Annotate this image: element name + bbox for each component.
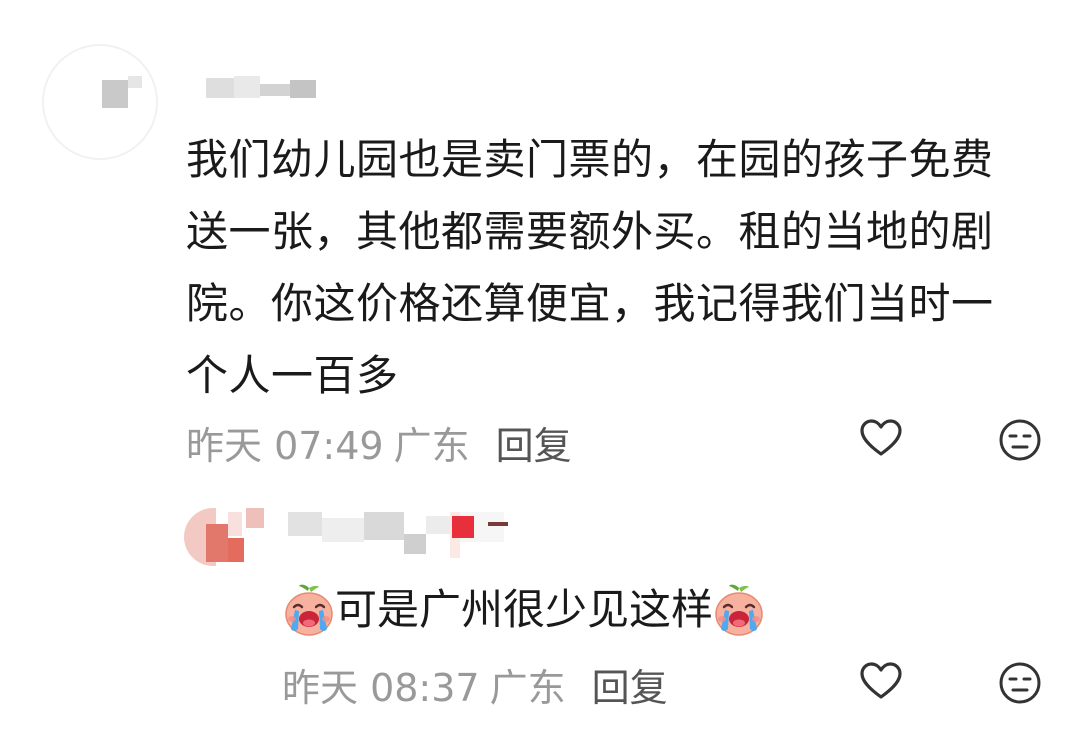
reply-button[interactable]: 回复	[496, 424, 572, 468]
reply-time: 昨天 08:37	[282, 666, 480, 710]
reply-avatar[interactable]	[184, 508, 264, 566]
comment-meta: 昨天 07:49 广东 回复	[186, 415, 572, 470]
reply-text: 可是广州很少见这样	[335, 585, 714, 634]
comment-line: 院。你这价格还算便宜，我记得我们当时一	[186, 279, 994, 328]
heart-icon[interactable]	[859, 417, 903, 461]
reply-text-line: 可是广州很少见这样	[283, 583, 765, 637]
crying-emoji-icon	[713, 583, 765, 637]
heart-icon[interactable]	[859, 660, 903, 704]
comment-text: 我们幼儿园也是卖门票的，在园的孩子免费 送一张，其他都需要额外买。租的当地的剧 …	[186, 124, 1050, 412]
reply-button[interactable]: 回复	[592, 666, 668, 710]
crying-emoji-icon	[283, 583, 335, 637]
comment-location: 广东	[393, 424, 470, 468]
neutral-face-icon[interactable]	[998, 661, 1042, 705]
avatar[interactable]	[42, 44, 158, 160]
reply-username-blurred[interactable]	[288, 512, 548, 558]
neutral-face-icon[interactable]	[998, 418, 1042, 462]
comment-line: 送一张，其他都需要额外买。租的当地的剧	[186, 207, 994, 256]
comment-line: 我们幼儿园也是卖门票的，在园的孩子免费	[186, 135, 994, 184]
comment-line: 个人一百多	[186, 351, 399, 400]
reply-meta: 昨天 08:37 广东 回复	[282, 657, 668, 712]
comment-time: 昨天 07:49	[186, 424, 384, 468]
comment-thread: 我们幼儿园也是卖门票的，在园的孩子免费 送一张，其他都需要额外买。租的当地的剧 …	[0, 0, 1080, 745]
reply-location: 广东	[489, 666, 566, 710]
